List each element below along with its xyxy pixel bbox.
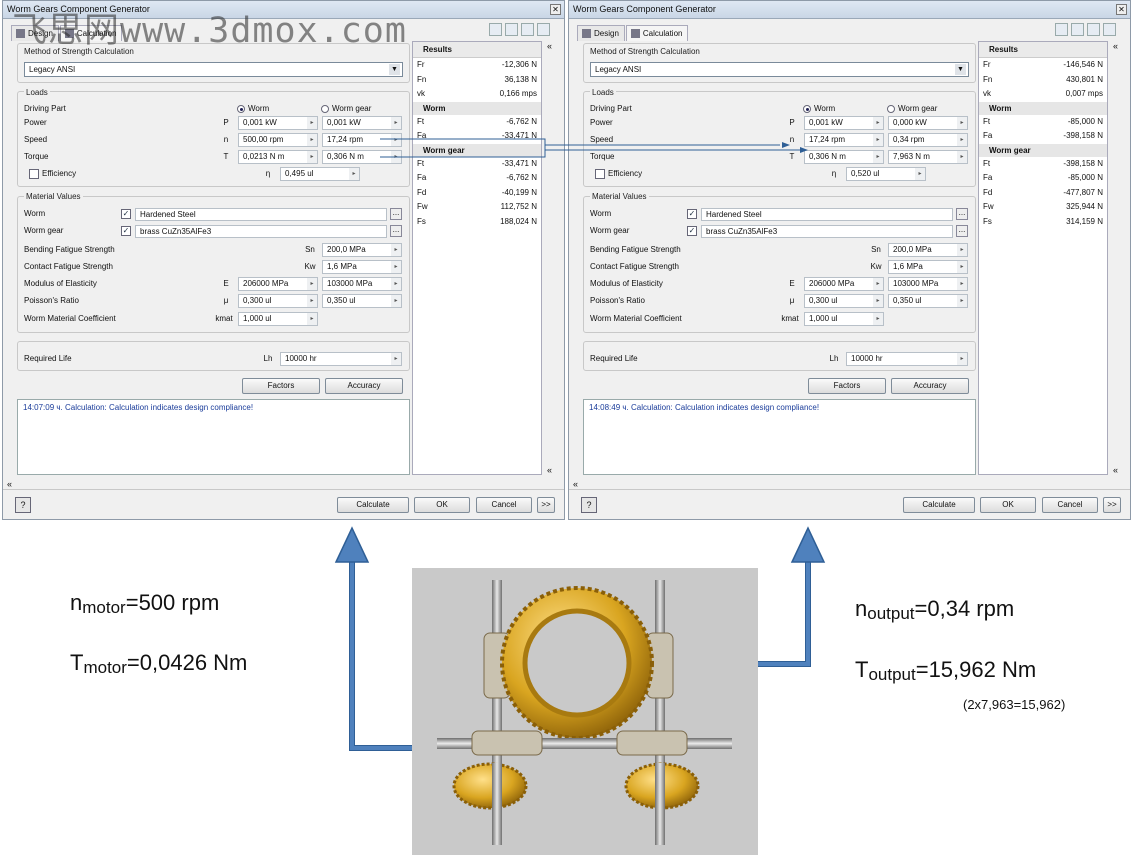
right-shaft-lower [655, 763, 665, 845]
connector-arrowhead [782, 142, 790, 148]
gearbox-svg [437, 580, 732, 845]
n-motor-symbol: n [70, 590, 83, 615]
t-motor-subscript: motor [83, 658, 127, 677]
torque-calculation-note: (2x7,963=15,962) [963, 697, 1066, 712]
t-output-symbol: T [855, 657, 869, 682]
t-motor-value: =0,0426 Nm [126, 650, 248, 675]
big-gear-bore [522, 608, 632, 718]
t-motor-symbol: T [70, 650, 84, 675]
t-output-value: =15,962 Nm [915, 657, 1037, 682]
horizontal-worm-left [471, 730, 543, 756]
connector-arrowhead [800, 147, 808, 153]
t-motor-annotation: Tmotor=0,0426 Nm [70, 650, 247, 678]
bottom-left-gear [452, 762, 528, 810]
right-big-arrowhead-icon [790, 526, 826, 563]
n-motor-value: =500 rpm [125, 590, 220, 615]
n-motor-annotation: nmotor=500 rpm [70, 590, 219, 618]
gearbox-render-image [412, 568, 758, 855]
n-output-annotation: noutput=0,34 rpm [855, 596, 1014, 624]
n-output-value: =0,34 rpm [914, 596, 1015, 621]
horizontal-worm-right [616, 730, 688, 756]
n-output-symbol: n [855, 596, 868, 621]
n-motor-subscript: motor [82, 598, 126, 617]
t-output-annotation: Toutput=15,962 Nm [855, 657, 1036, 685]
torque-connector-line [380, 144, 780, 158]
n-output-subscript: output [867, 604, 915, 623]
t-output-subscript: output [868, 665, 916, 684]
left-big-arrowhead-icon [334, 526, 370, 563]
left-shaft-lower [492, 763, 502, 845]
